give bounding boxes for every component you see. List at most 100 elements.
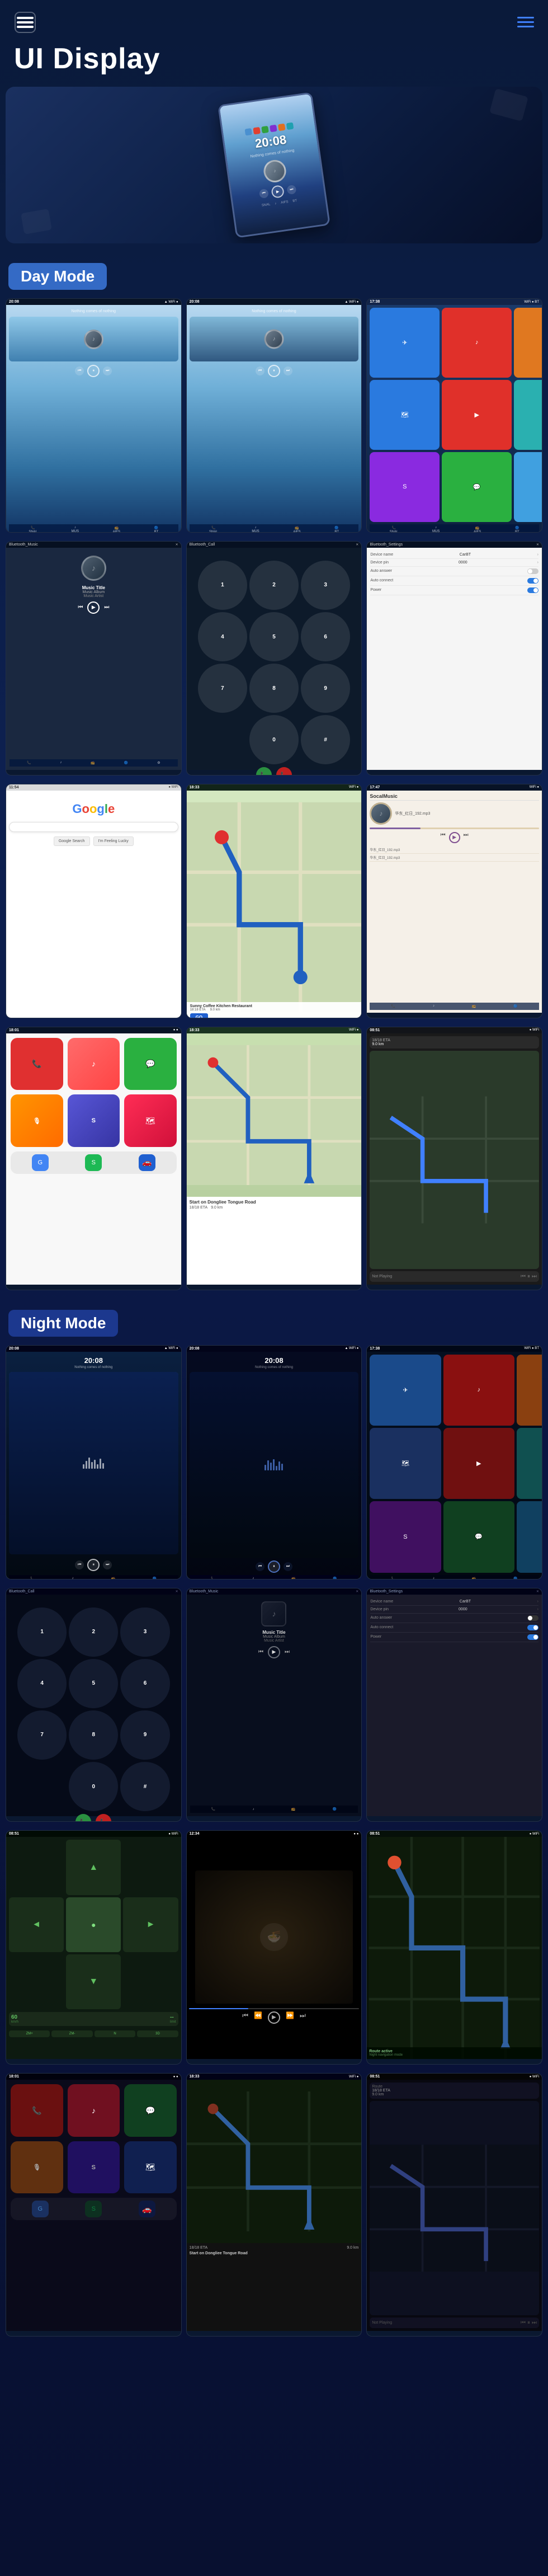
night-dial-4[interactable]: 4 bbox=[17, 1659, 67, 1708]
nav-up[interactable]: ▲ bbox=[66, 1840, 121, 1895]
dial-7[interactable]: 7 bbox=[198, 664, 247, 713]
ios-music[interactable]: ♪ bbox=[68, 1038, 120, 1090]
night-bt-prev[interactable]: ⏮ bbox=[258, 1649, 263, 1655]
auto-connect-toggle[interactable] bbox=[527, 578, 538, 584]
night-ios-maps[interactable]: 🗺 bbox=[124, 2141, 177, 2194]
google-search[interactable] bbox=[9, 822, 178, 832]
dial-3[interactable]: 3 bbox=[301, 561, 350, 610]
dial-1[interactable]: 1 bbox=[198, 561, 247, 610]
night-play-1[interactable]: ⏸ bbox=[87, 1559, 100, 1571]
end-btn[interactable]: 📞 bbox=[276, 767, 292, 774]
night-ios-spotify[interactable]: S bbox=[68, 2141, 120, 2194]
day-next-1[interactable]: ⏭ bbox=[103, 366, 112, 375]
dial-9[interactable]: 9 bbox=[301, 664, 350, 713]
day-prev-1[interactable]: ⏮ bbox=[75, 366, 84, 375]
local-next[interactable]: ⏭ bbox=[464, 832, 469, 843]
power-toggle[interactable] bbox=[527, 587, 538, 593]
bt-music-play[interactable]: ▶ bbox=[87, 601, 100, 614]
dial-5[interactable]: 5 bbox=[249, 612, 299, 661]
night-dial-3[interactable]: 3 bbox=[120, 1607, 169, 1657]
app-telegram[interactable]: ✈ bbox=[370, 308, 440, 378]
night-app-3[interactable]: 📷 bbox=[517, 1355, 542, 1426]
dial-2[interactable]: 2 bbox=[249, 561, 299, 610]
night-app-11[interactable]: 🚗 bbox=[517, 1501, 542, 1572]
app-whatsapp[interactable]: 💬 bbox=[442, 452, 512, 522]
map-go-btn[interactable]: GO bbox=[190, 1013, 208, 1018]
night-dial-2[interactable]: 2 bbox=[69, 1607, 118, 1657]
app-youtube[interactable]: ▶ bbox=[442, 380, 512, 450]
ios-podcast[interactable]: 🎙 bbox=[11, 1094, 63, 1147]
night-dial-0[interactable]: 0 bbox=[69, 1762, 118, 1811]
nav-right[interactable]: ► bbox=[123, 1897, 178, 1952]
day-prev-2[interactable]: ⏮ bbox=[256, 366, 264, 375]
ios-doc-3[interactable]: 🚗 bbox=[139, 1154, 155, 1171]
night-app-6[interactable]: ▶ bbox=[443, 1428, 514, 1499]
hamburger-icon[interactable] bbox=[14, 11, 36, 36]
night-app-2[interactable]: ♪ bbox=[443, 1355, 514, 1426]
next-btn[interactable]: ⏭ bbox=[286, 185, 296, 195]
video-next[interactable]: ⏭ bbox=[300, 2011, 306, 2024]
night-next-2[interactable]: ⏭ bbox=[284, 1562, 292, 1571]
local-play[interactable]: ▶ bbox=[449, 832, 460, 843]
dial-8[interactable]: 8 bbox=[249, 664, 299, 713]
nav-btn-2[interactable]: ZM- bbox=[51, 2030, 92, 2037]
google-search-btn[interactable]: Google Search bbox=[54, 836, 90, 846]
app-spotify[interactable]: S bbox=[370, 452, 440, 522]
night-ios-podcast[interactable]: 🎙 bbox=[11, 2141, 63, 2194]
night-dial-1[interactable]: 1 bbox=[17, 1607, 67, 1657]
video-play[interactable]: ▶ bbox=[268, 2011, 280, 2024]
app-waze[interactable]: W bbox=[514, 380, 542, 450]
night-app-1[interactable]: ✈ bbox=[370, 1355, 441, 1426]
nav-btn-1[interactable]: ZM+ bbox=[9, 2030, 50, 2037]
google-lucky-btn[interactable]: I'm Feeling Lucky bbox=[93, 836, 134, 846]
night-ios-doc-2[interactable]: S bbox=[85, 2201, 102, 2217]
night-auto-answer-toggle[interactable] bbox=[527, 1615, 538, 1621]
night-prev-1[interactable]: ⏮ bbox=[75, 1560, 84, 1569]
local-prev[interactable]: ⏮ bbox=[441, 832, 446, 843]
dial-6[interactable]: 6 bbox=[301, 612, 350, 661]
night-auto-connect-toggle[interactable] bbox=[527, 1625, 538, 1630]
video-rewind[interactable]: ⏪ bbox=[254, 2011, 262, 2024]
day-play-2[interactable]: ⏸ bbox=[268, 365, 280, 377]
day-next-2[interactable]: ⏭ bbox=[284, 366, 292, 375]
nav-btn-3[interactable]: N bbox=[95, 2030, 135, 2037]
night-bt-play[interactable]: ▶ bbox=[268, 1646, 280, 1658]
night-app-7[interactable]: W bbox=[517, 1428, 542, 1499]
prev-btn[interactable]: ⏮ bbox=[259, 188, 269, 198]
night-play-2[interactable]: ⏸ bbox=[268, 1560, 280, 1573]
ios-doc-2[interactable]: S bbox=[85, 1154, 102, 1171]
night-power-toggle[interactable] bbox=[527, 1634, 538, 1640]
night-ios-doc-3[interactable]: 🚗 bbox=[139, 2201, 155, 2217]
nav-down[interactable]: ▼ bbox=[66, 1954, 121, 2009]
play-btn[interactable]: ▶ bbox=[271, 185, 285, 199]
night-prev-2[interactable]: ⏮ bbox=[256, 1562, 264, 1571]
night-call-btn[interactable]: 📞 bbox=[75, 1814, 91, 1821]
night-ios-messages[interactable]: 💬 bbox=[124, 2084, 177, 2137]
nav-btn-4[interactable]: 3D bbox=[137, 2030, 178, 2037]
ios-spotify[interactable]: S bbox=[68, 1094, 120, 1147]
nav-left[interactable]: ◄ bbox=[9, 1897, 64, 1952]
night-dial-8[interactable]: 8 bbox=[69, 1710, 118, 1760]
auto-answer-toggle[interactable] bbox=[527, 568, 538, 574]
night-dial-6[interactable]: 6 bbox=[120, 1659, 169, 1708]
video-ff[interactable]: ⏩ bbox=[286, 2011, 294, 2024]
night-end-btn[interactable]: 📞 bbox=[96, 1814, 111, 1821]
app-music[interactable]: ♪ bbox=[442, 308, 512, 378]
ios-messages[interactable]: 💬 bbox=[124, 1038, 177, 1090]
night-ios-music[interactable]: ♪ bbox=[68, 2084, 120, 2137]
night-next-1[interactable]: ⏭ bbox=[103, 1560, 112, 1569]
night-dial-5[interactable]: 5 bbox=[69, 1659, 118, 1708]
night-app-9[interactable]: S bbox=[370, 1501, 441, 1572]
night-dial-9[interactable]: 9 bbox=[120, 1710, 169, 1760]
night-dial-hash[interactable]: # bbox=[120, 1762, 169, 1811]
call-btn[interactable]: 📞 bbox=[256, 767, 272, 774]
menu-icon[interactable] bbox=[517, 17, 534, 31]
nav-center[interactable]: ● bbox=[66, 1897, 121, 1952]
video-prev[interactable]: ⏮ bbox=[242, 2011, 248, 2024]
app-photos[interactable]: 📷 bbox=[514, 308, 542, 378]
ios-doc-1[interactable]: G bbox=[32, 1154, 49, 1171]
app-maps[interactable]: 🗺 bbox=[370, 380, 440, 450]
dial-0[interactable]: 0 bbox=[249, 715, 299, 764]
ios-maps[interactable]: 🗺 bbox=[124, 1094, 177, 1147]
dial-4[interactable]: 4 bbox=[198, 612, 247, 661]
